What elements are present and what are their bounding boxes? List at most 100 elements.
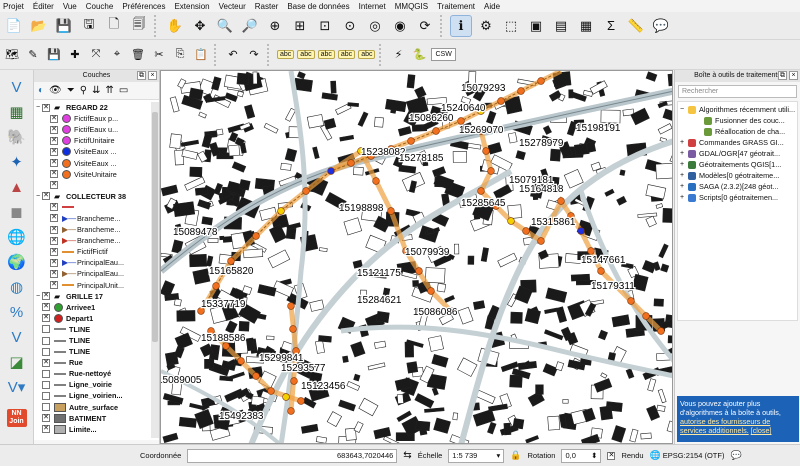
statistics-icon[interactable]: Σ <box>600 15 622 37</box>
layer-item[interactable]: ✕ Arrivee1 <box>34 302 159 313</box>
add-wms-icon[interactable]: 🌐 <box>4 226 30 248</box>
layer-visibility-checkbox[interactable]: ✕ <box>42 414 50 423</box>
layer-visibility-checkbox[interactable]: ✕ <box>50 136 58 145</box>
filter-icon[interactable]: ⏷ <box>67 85 75 96</box>
save-edits-icon[interactable]: 💾 <box>45 46 63 64</box>
save-as-icon[interactable]: 🖫 <box>78 15 100 37</box>
layer-item[interactable]: ✕ BATIMENT <box>34 413 159 424</box>
digitize-icon[interactable]: 🗺 <box>3 46 21 64</box>
eye-icon[interactable]: 👁 <box>49 85 62 96</box>
scale-select[interactable]: 1:5 739 ▾ <box>448 448 505 463</box>
expand-icon[interactable]: − <box>34 193 42 200</box>
collapse-all-icon[interactable]: ⇈ <box>105 85 113 96</box>
add-mssql-icon[interactable]: ▲ <box>4 176 30 198</box>
layer-item[interactable]: TLINE <box>34 335 159 346</box>
layer-visibility-checkbox[interactable]: ✕ <box>50 214 58 223</box>
layer-item[interactable]: ✕ Depart1 <box>34 313 159 324</box>
processing-item[interactable]: + Modèles[0 géotraiteme... <box>678 170 797 181</box>
zoom-selection-icon[interactable]: ⊞ <box>289 15 311 37</box>
zoom-layer-icon[interactable]: ⊡ <box>314 15 336 37</box>
label-tool-button[interactable]: abc <box>358 50 376 59</box>
expand-icon[interactable]: + <box>680 172 688 179</box>
settings-icon[interactable]: ⚙ <box>475 15 497 37</box>
layer-visibility-checkbox[interactable]: ✕ <box>50 225 58 234</box>
layer-item[interactable]: Ligne_voirie <box>34 379 159 390</box>
layer-visibility-checkbox[interactable]: ✕ <box>50 170 58 179</box>
plugin-icon[interactable]: ⚡ <box>389 46 407 64</box>
info-close-link[interactable]: [close] <box>751 426 772 435</box>
layer-visibility-checkbox[interactable] <box>42 391 50 400</box>
layer-item[interactable]: ✕ VisiteUnitaire <box>34 169 159 180</box>
layer-visibility-checkbox[interactable] <box>42 347 50 356</box>
new-shapefile-icon[interactable]: ◪ <box>4 351 30 373</box>
csw-button[interactable]: CSW <box>431 48 456 61</box>
layer-item[interactable]: ✕ <box>34 180 159 191</box>
layer-visibility-checkbox[interactable] <box>42 403 50 412</box>
processing-item[interactable]: + Géotraitements QGIS[1... <box>678 159 797 170</box>
layer-item[interactable]: ✕ FictifUnitaire <box>34 135 159 146</box>
layer-visibility-checkbox[interactable]: ✕ <box>50 269 58 278</box>
refresh-icon[interactable]: ⟳ <box>414 15 436 37</box>
menu-item[interactable]: Vecteur <box>219 2 246 11</box>
remove-layer-icon[interactable]: ▭ <box>119 85 128 96</box>
lock-icon[interactable]: 🔒 <box>510 450 521 461</box>
menu-item[interactable]: Projet <box>3 2 24 11</box>
zoom-full-icon[interactable]: ⊕ <box>264 15 286 37</box>
menu-item[interactable]: Base de données <box>287 2 349 11</box>
layer-visibility-checkbox[interactable] <box>42 325 50 334</box>
layer-item[interactable]: ✕ VisiteEaux ... <box>34 146 159 157</box>
menu-item[interactable]: MMQGIS <box>395 2 428 11</box>
menu-item[interactable]: Vue <box>63 2 77 11</box>
layer-item[interactable]: ✕ ▶— PrincipalEau... <box>34 257 159 268</box>
zoom-next-icon[interactable]: ◉ <box>389 15 411 37</box>
layer-visibility-checkbox[interactable]: ✕ <box>50 159 58 168</box>
layer-item[interactable]: Rue-nettoyé <box>34 368 159 379</box>
edit-pencil-icon[interactable]: ✎ <box>24 46 42 64</box>
layer-visibility-checkbox[interactable]: ✕ <box>42 358 50 367</box>
layer-visibility-checkbox[interactable] <box>42 336 50 345</box>
field-calculator-icon[interactable]: ▦ <box>575 15 597 37</box>
extents-icon[interactable]: ⇆ <box>403 450 411 461</box>
add-feature-icon[interactable]: ✚ <box>66 46 84 64</box>
layer-item[interactable]: ✕ FictifFictif <box>34 246 159 257</box>
node-tool-icon[interactable]: ⌖ <box>108 46 126 64</box>
layer-visibility-checkbox[interactable]: ✕ <box>42 292 50 301</box>
add-delimited-text-icon[interactable]: % <box>4 301 30 323</box>
menu-item[interactable]: Couche <box>86 2 114 11</box>
add-virtual-layer-icon[interactable]: V <box>4 326 30 348</box>
menu-item[interactable]: Préférences <box>122 2 165 11</box>
python-icon[interactable]: 🐍 <box>410 46 428 64</box>
nnjoin-icon[interactable]: NN Join <box>6 409 27 427</box>
visibility-icon[interactable]: ◐ <box>38 85 44 96</box>
processing-item[interactable]: + Commandes GRASS GI... <box>678 137 797 148</box>
processing-item[interactable]: Fusionner des couc... <box>678 115 797 126</box>
layer-item[interactable]: ✕ VisiteEaux ... <box>34 157 159 168</box>
crs-label[interactable]: EPSG:2154 (OTF) <box>663 451 725 460</box>
add-wcs-icon[interactable]: ◍ <box>4 276 30 298</box>
layer-visibility-checkbox[interactable]: ✕ <box>50 125 58 134</box>
layer-visibility-checkbox[interactable]: ✕ <box>50 236 58 245</box>
pan-icon[interactable]: ✋ <box>164 15 186 37</box>
float-panel-icon[interactable]: ⧉ <box>137 71 146 80</box>
map-canvas[interactable]: 15089478 15165820 15337719 15188586 15089005… <box>160 70 673 444</box>
layer-visibility-checkbox[interactable]: ✕ <box>42 303 50 312</box>
expand-all-icon[interactable]: ⇊ <box>92 85 100 96</box>
menu-item[interactable]: Traitement <box>437 2 475 11</box>
layer-visibility-checkbox[interactable]: ✕ <box>42 425 50 434</box>
layers-scrollbar[interactable] <box>151 102 159 438</box>
pan-selection-icon[interactable]: ✥ <box>189 15 211 37</box>
layer-item[interactable]: Autre_surface <box>34 402 159 413</box>
layer-item[interactable]: ✕ FictifEaux p... <box>34 113 159 124</box>
menu-item[interactable]: Extension <box>174 2 209 11</box>
layer-visibility-checkbox[interactable]: ✕ <box>50 258 58 267</box>
zoom-in-icon[interactable]: 🔍 <box>214 15 236 37</box>
filter-map-icon[interactable]: ⚲ <box>80 85 87 96</box>
print-composer-icon[interactable]: 🗋 <box>103 15 125 37</box>
layer-item[interactable]: ✕ <box>34 202 159 213</box>
layer-group[interactable]: − ✕ ▰ GRILLE 17 <box>34 291 159 302</box>
layer-visibility-checkbox[interactable]: ✕ <box>42 314 50 323</box>
processing-item[interactable]: Réallocation de cha... <box>678 126 797 137</box>
measure-icon[interactable]: 📏 <box>625 15 647 37</box>
processing-item[interactable]: − Algorithmes récemment utili... <box>678 104 797 115</box>
add-spatialite-icon[interactable]: ✦ <box>4 151 30 173</box>
